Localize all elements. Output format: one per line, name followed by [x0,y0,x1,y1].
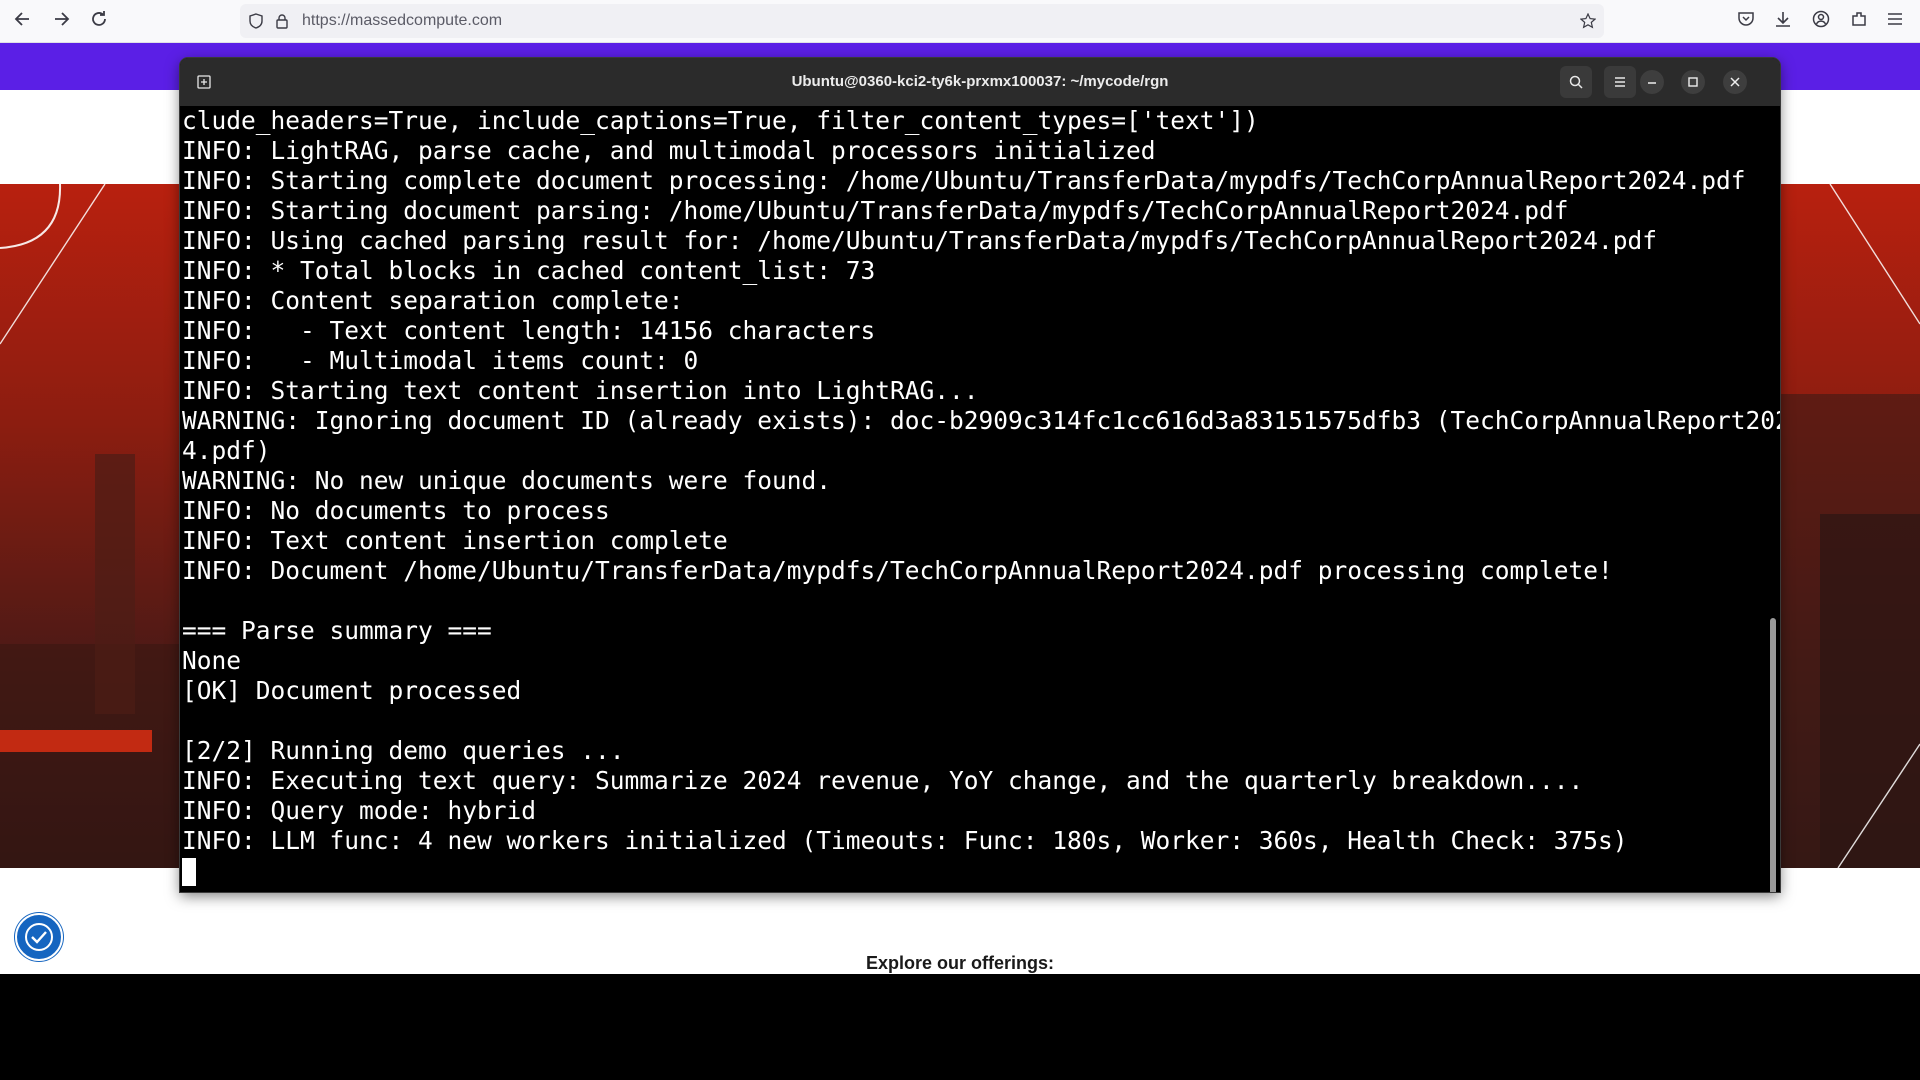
terminal-line: INFO: LightRAG, parse cache, and multimo… [182,136,1156,165]
terminal-line: [OK] Document processed [182,676,522,705]
terminal-line: INFO: No documents to process [182,496,610,525]
terminal-line: INFO: LLM func: 4 new workers initialize… [182,826,1628,855]
hamburger-icon[interactable] [1884,10,1906,32]
terminal-line: INFO: Starting document parsing: /home/U… [182,196,1569,225]
terminal-line: INFO: Executing text query: Summarize 20… [182,766,1584,795]
search-icon[interactable] [1560,66,1592,98]
terminal-line: INFO: Text content insertion complete [182,526,728,555]
terminal-line: [2/2] Running demo queries ... [182,736,625,765]
maximize-icon[interactable] [1681,70,1705,94]
star-icon[interactable] [1579,12,1597,29]
hamburger-menu-icon[interactable] [1604,66,1636,98]
terminal-line: INFO: Document /home/Ubuntu/TransferData… [182,556,1613,585]
terminal-line: INFO: Query mode: hybrid [182,796,537,825]
minimize-icon[interactable] [1640,70,1664,94]
terminal-line: INFO: * Total blocks in cached content_l… [182,256,876,285]
shield-icon[interactable] [248,13,264,29]
terminal-line: INFO: Content separation complete: [182,286,684,315]
forward-icon[interactable] [48,9,74,33]
puzzle-icon[interactable] [1848,10,1870,32]
terminal-line: INFO: - Multimodal items count: 0 [182,346,699,375]
accessibility-icon[interactable] [15,913,63,961]
terminal-line: INFO: Using cached parsing result for: /… [182,226,1658,255]
url-text[interactable]: https://massedcompute.com [302,12,502,30]
terminal-output[interactable]: clude_headers=True, include_captions=Tru… [180,106,1780,892]
terminal-line: INFO: Starting complete document process… [182,166,1746,195]
terminal-cursor [182,858,196,886]
explore-heading: Explore our offerings: [865,953,1054,973]
close-icon[interactable] [1723,70,1747,94]
terminal-line: None [182,646,242,675]
terminal-window[interactable]: Ubuntu@0360-kci2-ty6k-prxmx100037: ~/myc… [180,58,1780,892]
pocket-icon[interactable] [1735,10,1757,32]
back-icon[interactable] [10,9,36,33]
terminal-title: Ubuntu@0360-kci2-ty6k-prxmx100037: ~/myc… [791,73,1169,90]
terminal-line: WARNING: Ignoring document ID (already e… [182,406,1780,435]
terminal-line: INFO: Starting text content insertion in… [182,376,979,405]
terminal-line: INFO: - Text content length: 14156 chara… [182,316,876,345]
reload-icon[interactable] [86,9,112,33]
address-bar[interactable]: https://massedcompute.com [240,4,1604,38]
lock-icon[interactable] [274,13,290,29]
hero-accent-bar [0,730,152,752]
browser-toolbar: https://massedcompute.com [0,0,1920,43]
terminal-line: WARNING: No new unique documents were fo… [182,466,832,495]
terminal-line: clude_headers=True, include_captions=Tru… [182,106,1259,135]
download-icon[interactable] [1772,10,1794,32]
account-icon[interactable] [1810,10,1832,32]
terminal-titlebar[interactable]: Ubuntu@0360-kci2-ty6k-prxmx100037: ~/myc… [180,58,1780,106]
terminal-scrollbar[interactable] [1770,618,1776,892]
terminal-line: 4.pdf) [182,436,271,465]
terminal-line: === Parse summary === [182,616,492,645]
